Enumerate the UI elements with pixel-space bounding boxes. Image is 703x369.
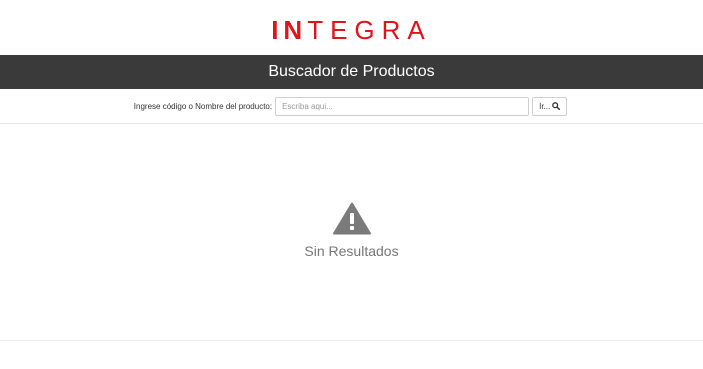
results-panel: Sin Resultados [0, 125, 703, 341]
go-button-label: Ir... [539, 101, 551, 111]
go-button[interactable]: Ir... [532, 96, 568, 116]
logo-light-text: TEGRA [307, 14, 432, 45]
empty-state: Sin Resultados [0, 202, 703, 259]
warning-icon [332, 202, 371, 235]
page: IN TEGRA Buscador de Productos Ingrese có… [0, 0, 703, 369]
search-input[interactable] [275, 96, 530, 116]
logo-area: IN TEGRA [0, 0, 703, 55]
page-title: Buscador de Productos [268, 63, 435, 80]
search-row: Ingrese código o Nombre del producto: Ir… [0, 89, 703, 124]
logo-bold-text: IN [271, 14, 308, 45]
search-icon [552, 102, 561, 110]
search-label: Ingrese código o Nombre del producto: [133, 101, 273, 111]
title-bar: Buscador de Productos [0, 55, 703, 89]
integra-logo: IN TEGRA [271, 13, 432, 43]
empty-results-text: Sin Resultados [304, 243, 399, 259]
